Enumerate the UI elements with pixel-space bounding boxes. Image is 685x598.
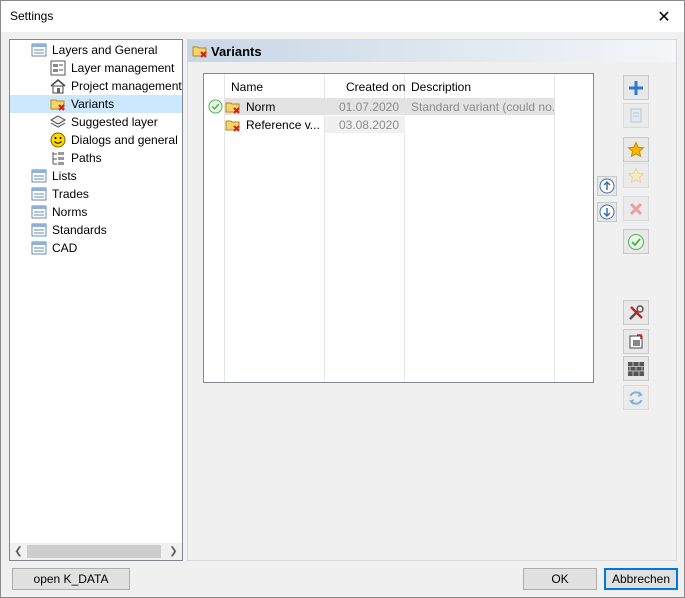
variant-name: Norm: [246, 99, 276, 114]
column-header-name[interactable]: Name: [231, 80, 263, 94]
star-icon: [627, 140, 645, 157]
window-title: Settings: [10, 9, 54, 23]
copy-icon: [630, 108, 642, 122]
tree-item-label: Dialogs and general: [71, 133, 178, 147]
clear-favorite-button[interactable]: [623, 163, 649, 188]
ok-button[interactable]: OK: [523, 568, 597, 590]
tree-item-label: Trades: [52, 187, 89, 201]
open-k-data-button[interactable]: open K_DATA: [12, 568, 130, 590]
panel-header: Variants: [188, 40, 676, 62]
tools-icon: [629, 304, 644, 320]
house-icon: [50, 79, 66, 94]
export-icon: [629, 333, 643, 348]
set-favorite-button[interactable]: [623, 137, 649, 162]
refresh-icon: [629, 390, 643, 405]
variant-folder-icon: [50, 99, 65, 111]
stack-icon: [50, 115, 66, 128]
tree-item-layer-management[interactable]: Layer management: [50, 59, 176, 77]
smiley-icon: [50, 132, 66, 148]
tree-item-label: Layers and General: [52, 43, 158, 57]
tree-item-label: Suggested layer: [71, 115, 158, 129]
tree-item-label: Standards: [52, 223, 107, 237]
tree-item-dialogs-and-general[interactable]: Dialogs and general: [50, 131, 180, 149]
tree-item-label: Layer management: [71, 61, 175, 75]
variant-folder-icon: [225, 102, 240, 114]
export-button[interactable]: [623, 329, 649, 354]
settings-window: Settings ✕ Layers and General Layer mana…: [0, 0, 685, 598]
arrow-up-icon: [599, 178, 615, 194]
refresh-button[interactable]: [623, 385, 649, 410]
title-bar: Settings ✕: [1, 1, 684, 32]
tree-item-label: Lists: [52, 169, 77, 183]
created-cell: 03.08.2020: [325, 116, 405, 133]
tree-item-standards[interactable]: Standards: [31, 221, 109, 239]
variant-name: Reference v...: [246, 117, 320, 132]
path-icon: [52, 152, 64, 165]
move-down-button[interactable]: [597, 202, 617, 222]
variant-folder-icon: [225, 120, 240, 132]
tree-item-label: Variants: [71, 97, 115, 111]
column-header-created[interactable]: Created on: [346, 80, 405, 94]
list-icon: [31, 169, 47, 183]
list-icon: [31, 223, 47, 237]
tree-item-norms[interactable]: Norms: [31, 203, 89, 221]
variant-folder-icon: [192, 46, 207, 58]
tools-button[interactable]: [623, 300, 649, 325]
tree-item-label: Norms: [52, 205, 88, 219]
layer-icon: [50, 60, 66, 76]
delete-icon: [629, 202, 643, 215]
scroll-right-arrow-icon[interactable]: ❯: [165, 543, 182, 560]
list-icon: [31, 241, 47, 255]
tree-item-label: Paths: [71, 151, 102, 165]
tree-item-suggested-layer[interactable]: Suggested layer: [50, 113, 160, 131]
tree-item-layers-and-general[interactable]: Layers and General: [31, 41, 159, 59]
list-icon: [31, 43, 47, 57]
list-icon: [31, 205, 47, 219]
tree-item-lists[interactable]: Lists: [31, 167, 79, 185]
add-variant-button[interactable]: [623, 75, 649, 100]
created-cell: 01.07.2020: [325, 98, 405, 115]
tree-item-paths[interactable]: Paths: [50, 149, 104, 167]
move-up-button[interactable]: [597, 176, 617, 196]
panel-title: Variants: [211, 43, 262, 59]
variants-table: Name Created on Description Norm 01.07.2…: [203, 73, 594, 383]
active-check-icon: [208, 99, 223, 114]
plus-icon: [629, 80, 643, 95]
status-column: [204, 74, 225, 382]
settings-tree: Layers and General Layer management Proj…: [9, 39, 183, 561]
tree-horizontal-scrollbar[interactable]: ❮ ❯: [10, 543, 182, 560]
star-outline-icon: [627, 166, 645, 183]
column-header-description[interactable]: Description: [411, 80, 471, 94]
tree-item-variants[interactable]: Variants: [10, 95, 182, 113]
table-row[interactable]: Reference v... 03.08.2020: [225, 116, 555, 133]
description-cell: Standard variant (could no...: [405, 98, 555, 115]
tree-item-trades[interactable]: Trades: [31, 185, 91, 203]
check-icon: [628, 233, 644, 250]
scroll-thumb[interactable]: [27, 545, 161, 558]
delete-variant-button[interactable]: [623, 196, 649, 221]
list-icon: [31, 187, 47, 201]
tree-item-label: CAD: [52, 241, 78, 255]
tree-item-label: Project management: [71, 79, 182, 93]
cancel-button[interactable]: Abbrechen: [604, 568, 678, 590]
tree-item-project-management[interactable]: Project management: [50, 77, 182, 95]
tree-item-cad[interactable]: CAD: [31, 239, 79, 257]
variants-panel: Variants Name Created on Description Nor…: [187, 39, 677, 561]
wall-button[interactable]: [623, 356, 649, 381]
name-cell: Reference v...: [225, 116, 325, 133]
activate-variant-button[interactable]: [623, 229, 649, 254]
copy-variant-button[interactable]: [623, 103, 649, 128]
scroll-left-arrow-icon[interactable]: ❮: [10, 543, 27, 560]
close-button[interactable]: ✕: [644, 1, 684, 32]
table-row[interactable]: Norm 01.07.2020 Standard variant (could …: [225, 98, 555, 115]
arrow-down-icon: [599, 204, 615, 220]
wall-icon: [628, 361, 644, 376]
name-cell: Norm: [225, 98, 325, 115]
